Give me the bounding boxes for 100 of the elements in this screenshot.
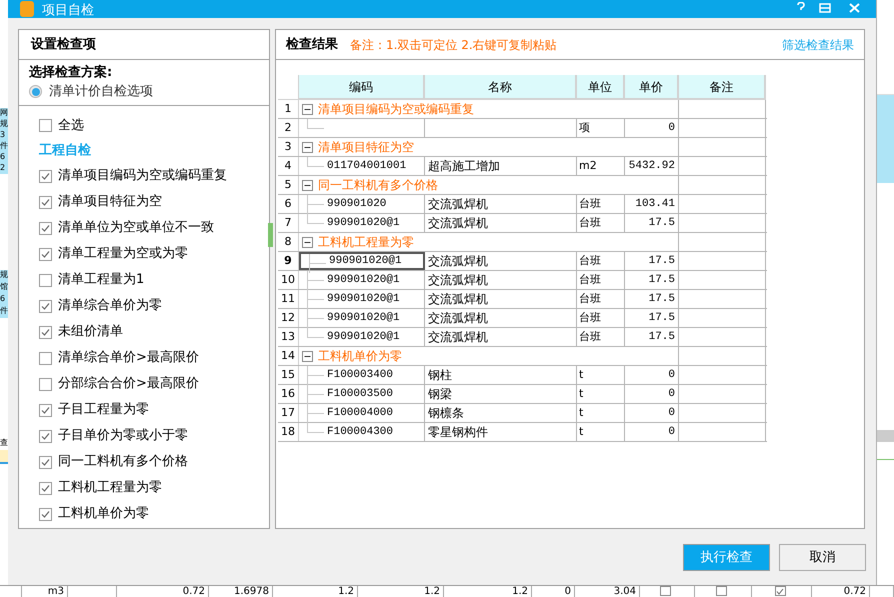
sheet-cell-text: 件 (0, 141, 8, 152)
checkbox[interactable] (39, 404, 52, 416)
collapse-icon[interactable] (302, 142, 313, 152)
radio-button[interactable] (29, 85, 42, 98)
code-text: F100004300 (327, 424, 394, 440)
sheet-checkbox[interactable] (660, 586, 671, 596)
checkbox[interactable] (39, 482, 52, 494)
checkbox[interactable] (39, 119, 52, 132)
code-cell[interactable]: F100004000 (299, 404, 425, 422)
checkbox-label: 清单综合单价>最高限价 (58, 349, 199, 368)
sheet-cell-text: 0.72 (182, 586, 205, 597)
price-text: 0 (668, 424, 675, 440)
code-text: F100004000 (327, 406, 394, 421)
collapse-icon[interactable] (302, 104, 313, 114)
checkbox[interactable] (39, 326, 52, 338)
row-number: 6 (278, 195, 299, 213)
sheet-checkbox[interactable] (716, 586, 727, 596)
name-text: 交流弧焊机 (428, 310, 488, 327)
name-text: 超高施工增加 (428, 158, 500, 175)
unit-text: 台班 (579, 328, 601, 345)
price-text: 17.5 (648, 310, 675, 326)
price-text: 0 (668, 368, 675, 383)
tree-line (307, 290, 325, 309)
group-label: 工料机单价为零 (318, 348, 402, 365)
collapse-icon[interactable] (302, 350, 313, 362)
code-cell[interactable]: F100004300 (299, 423, 425, 441)
unit-text: 台班 (579, 214, 601, 231)
sheet-checkbox[interactable] (774, 586, 786, 596)
tree-line (307, 271, 325, 290)
column-header: 名称 (425, 75, 577, 100)
checkbox-label: 清单工程量为空或为零 (58, 245, 188, 264)
code-cell[interactable]: F100003400 (299, 366, 425, 384)
code-cell[interactable]: F100003500 (299, 385, 425, 403)
code-cell[interactable]: 990901020@1 (299, 290, 425, 308)
collapse-icon[interactable] (302, 236, 313, 248)
splitter-handle[interactable] (268, 223, 273, 247)
code-cell[interactable]: 011704001001 (299, 157, 425, 175)
restore-icon[interactable] (819, 3, 831, 13)
checkbox[interactable] (39, 300, 52, 312)
code-cell[interactable]: 990901020@1 (299, 309, 425, 327)
close-icon[interactable] (849, 3, 860, 13)
code-text: 011704001001 (327, 158, 406, 174)
checkbox[interactable] (39, 430, 52, 442)
price-text: 17.5 (648, 292, 675, 307)
checkbox[interactable] (39, 352, 52, 364)
tree-line (307, 366, 325, 385)
name-text: 交流弧焊机 (428, 196, 488, 213)
checkbox[interactable] (39, 248, 52, 260)
panel-title: 检查结果 (286, 36, 338, 54)
row-number: 5 (278, 176, 299, 194)
note-text: 备注：1.双击可定位 2.右键可复制粘贴 (350, 36, 557, 54)
cancel-button[interactable]: 取消 (779, 544, 866, 571)
checkbox-label: 清单单位为空或单位不一致 (58, 219, 214, 238)
checkbox[interactable] (39, 170, 52, 182)
name-text: 交流弧焊机 (428, 329, 488, 346)
unit-text: 台班 (579, 252, 601, 269)
row-number: 13 (278, 328, 299, 346)
code-cell[interactable]: 990901020@1 (299, 252, 425, 270)
checkbox[interactable] (39, 378, 52, 390)
checkbox[interactable] (39, 274, 52, 286)
radio-label: 清单计价自检选项 (49, 83, 153, 101)
code-cell[interactable]: 990901020@1 (299, 328, 425, 346)
price-text: 5432.92 (628, 158, 675, 174)
row-number: 10 (278, 271, 299, 289)
row-number: 4 (278, 157, 299, 175)
sheet-cell-text: 3 (0, 130, 6, 141)
row-number: 12 (278, 309, 299, 327)
price-text: 0 (668, 406, 675, 421)
window-title: 项目自检 (42, 4, 94, 18)
sheet-cell-text: 网 (0, 108, 8, 119)
checkbox[interactable] (39, 456, 52, 468)
checkbox[interactable] (39, 196, 52, 208)
checkbox-label: 清单工程量为1 (58, 271, 144, 290)
row-number: 17 (278, 404, 299, 422)
collapse-icon[interactable] (302, 180, 313, 190)
sheet-cell-text: 规 (0, 119, 8, 130)
checkbox[interactable] (39, 222, 52, 234)
code-cell[interactable]: 990901020 (299, 195, 425, 213)
row-number: 2 (278, 119, 299, 137)
unit-text: t (579, 424, 584, 440)
checkbox-label: 工料机单价为零 (58, 505, 149, 524)
group-label: 清单项目特征为空 (318, 139, 414, 156)
checkbox-label: 工料机工程量为零 (58, 479, 162, 498)
sheet-header-bar (877, 430, 894, 442)
checkbox-label: 子目工程量为零 (58, 401, 149, 420)
code-cell[interactable]: 990901020@1 (299, 214, 425, 232)
code-cell[interactable]: 990901020@1 (299, 271, 425, 289)
price-text: 17.5 (648, 254, 675, 269)
checkbox[interactable] (39, 508, 52, 520)
unit-text: t (579, 386, 584, 402)
unit-text: m2 (579, 158, 597, 174)
sheet-cell-text: 规 (0, 270, 8, 281)
name-text: 交流弧焊机 (428, 253, 488, 270)
price-text: 103.41 (635, 196, 675, 212)
group-label: 同一工料机有多个价格 (318, 177, 438, 194)
sheet-cell-text: 0 (564, 586, 571, 597)
panel-title: 设置检查项 (31, 36, 96, 54)
sheet-cell-text: 件 (0, 306, 8, 317)
checkbox-label: 分部综合合价>最高限价 (58, 375, 199, 394)
section-title: 工程自检 (39, 142, 92, 160)
